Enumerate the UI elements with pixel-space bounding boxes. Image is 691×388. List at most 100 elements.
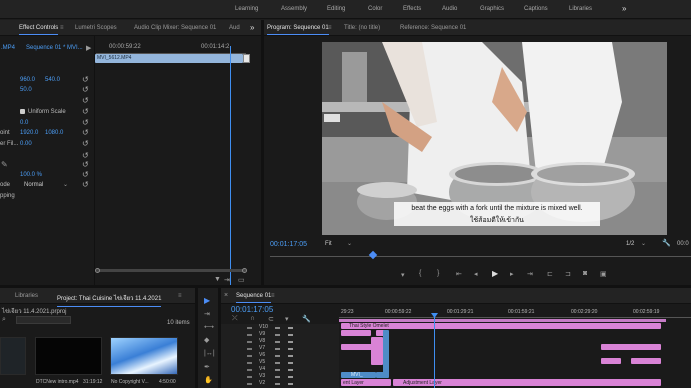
fit-dropdown[interactable]: Fit [325,241,332,247]
timeline-clip[interactable] [601,344,661,350]
reset-icon[interactable]: ↺ [82,151,89,160]
timeline-clip[interactable] [601,358,621,364]
resolution-dropdown[interactable]: 1/2 [626,241,634,247]
scale-value[interactable]: 50.0 [20,87,32,93]
pen-tool-icon[interactable]: ✒ [204,363,210,371]
reset-icon[interactable]: ↺ [82,96,89,105]
wrench-icon[interactable]: 🔧 [662,239,671,247]
nest-icon[interactable]: ⤫ [232,315,238,323]
position-y-value[interactable]: 540.0 [45,77,60,83]
program-timecode[interactable]: 00:01:17:05 [270,241,307,248]
mini-timeline-clip[interactable]: MVI_5612.MP4 [95,54,243,63]
scroll-handle-right[interactable] [242,268,247,273]
snap-icon[interactable]: ▭ [238,276,245,284]
rotation-value[interactable]: 0.0 [20,120,28,126]
timeline-clip[interactable] [341,344,373,350]
mvi-clip[interactable]: MVI_ [341,372,376,378]
play-clip-icon[interactable]: ▶ [86,44,91,52]
clip-selector[interactable]: .MP4 [1,45,15,51]
tab-effect-controls[interactable]: Effect Controls [19,25,59,35]
timeline-playhead[interactable] [434,315,435,388]
tab-menu-icon[interactable]: ≡ [60,25,64,31]
ripple-edit-tool-icon[interactable]: ⟷ [204,323,214,331]
sequence-selector[interactable]: Sequence 01 * MVI... [26,45,83,51]
chevron-down-icon[interactable]: ⌄ [63,181,68,188]
opacity-value[interactable]: 100.0 % [20,172,42,178]
blend-mode-dropdown[interactable]: Normal [24,182,43,188]
timeline-clip[interactable] [376,372,388,378]
tab-audio-clip-mixer[interactable]: Audio Clip Mixer: Sequence 01 [134,25,216,31]
mark-in-icon[interactable]: { [419,270,421,277]
tab-lumetri-scopes[interactable]: Lumetri Scopes [75,25,117,31]
step-back-icon[interactable]: ◂ [474,270,478,278]
workspace-tab-color[interactable]: Color [368,6,382,12]
track-sync-icons[interactable] [275,325,280,385]
reset-icon[interactable]: ↺ [82,128,89,137]
reset-icon[interactable]: ↺ [82,139,89,148]
mini-timeline-scrollbar[interactable] [96,269,246,272]
track-lock-icons[interactable] [247,325,252,385]
media-thumbnail[interactable] [110,337,178,375]
workspace-tab-learning[interactable]: Learning [235,6,258,12]
wrench-icon[interactable]: 🔧 [302,315,311,323]
lift-icon[interactable]: ⊏ [547,270,553,278]
anti-flicker-value[interactable]: 0.00 [20,141,32,147]
reset-icon[interactable]: ↺ [82,75,89,84]
filter-icon[interactable]: ▼ [214,276,221,283]
workspace-tab-assembly[interactable]: Assembly [281,6,307,12]
reset-icon[interactable]: ↺ [82,118,89,127]
mark-out-icon[interactable]: } [437,270,439,277]
timeline-clip[interactable] [383,330,389,378]
workspace-tab-effects[interactable]: Effects [403,6,421,12]
tab-audio-track-mixer[interactable]: Aud [229,25,240,31]
search-input[interactable] [16,316,71,324]
selection-tool-icon[interactable]: ▶ [204,296,210,305]
go-to-in-icon[interactable]: ⇤ [456,270,462,278]
reset-icon[interactable]: ↺ [82,160,89,169]
position-x-value[interactable]: 960.0 [20,77,35,83]
search-icon[interactable]: ⌕ [2,316,6,324]
hand-tool-icon[interactable]: ✋ [204,376,213,384]
timeline-clip[interactable] [341,330,371,336]
tab-menu-icon[interactable]: ≡ [178,293,182,299]
title-clip[interactable]: Thai Style Omelet [341,323,661,329]
reset-icon[interactable]: ↺ [82,170,89,179]
camera-icon[interactable]: ◙ [583,270,587,277]
timeline-timecode[interactable]: 00:01:17:05 [231,305,273,314]
snap-icon[interactable]: ∩ [250,315,255,322]
mini-playhead[interactable] [230,46,231,291]
uniform-scale-checkbox[interactable] [20,109,25,114]
timeline-clip[interactable] [371,337,383,365]
scroll-handle-left[interactable] [95,268,100,273]
anchor-y-value[interactable]: 1080.0 [45,130,63,136]
comparison-view-icon[interactable]: ▣ [600,270,607,278]
program-playhead[interactable] [368,250,378,260]
reset-icon[interactable]: ↺ [82,107,89,116]
timeline-ruler[interactable] [339,317,691,318]
timeline-clip[interactable] [631,358,661,364]
adjustment-layer-clip[interactable]: ent Layer [341,379,391,386]
reset-icon[interactable]: ↺ [82,180,89,189]
tab-sequence[interactable]: Sequence 01 [236,293,272,303]
workspaces-more-button[interactable]: » [622,4,626,13]
workspace-tab-captions[interactable]: Captions [524,6,548,12]
workspace-tab-libraries[interactable]: Libraries [569,6,592,12]
tab-reference[interactable]: Reference: Sequence 01 [400,25,466,31]
razor-tool-icon[interactable]: ◆ [204,336,209,344]
linked-selection-icon[interactable]: ⊂ [268,315,274,323]
video-frame[interactable]: beat the eggs with a fork until the mixt… [322,42,667,235]
track-select-tool-icon[interactable]: ⇥ [204,310,210,318]
close-icon[interactable]: × [224,292,228,299]
workspace-tab-graphics[interactable]: Graphics [480,6,504,12]
add-marker-icon[interactable]: ▾ [285,315,289,323]
add-marker-icon[interactable]: ▾ [401,271,405,279]
go-to-out-icon[interactable]: ⇥ [527,270,533,278]
chevron-down-icon[interactable]: ⌄ [641,240,646,247]
reset-icon[interactable]: ↺ [82,85,89,94]
clip-end-handle[interactable] [243,54,250,63]
media-thumbnail[interactable] [35,337,102,375]
tab-libraries[interactable]: Libraries [15,293,38,299]
anchor-x-value[interactable]: 1920.0 [20,130,38,136]
track-eye-icons[interactable] [288,325,293,385]
tab-program[interactable]: Program: Sequence 01 [267,25,329,35]
